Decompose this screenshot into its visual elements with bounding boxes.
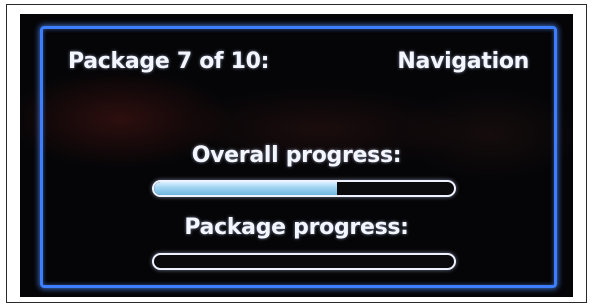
package-progress-bar: [152, 253, 456, 270]
overall-progress-label: Overall progress:: [191, 143, 402, 168]
overall-progress-fill: [154, 182, 337, 195]
update-screen: Package 7 of 10: Navigation Overall prog…: [20, 14, 573, 297]
package-name: Navigation: [397, 49, 529, 74]
package-progress-label: Package progress:: [184, 215, 409, 240]
package-count-title: Package 7 of 10:: [68, 49, 270, 74]
overall-progress-bar: [152, 180, 456, 197]
